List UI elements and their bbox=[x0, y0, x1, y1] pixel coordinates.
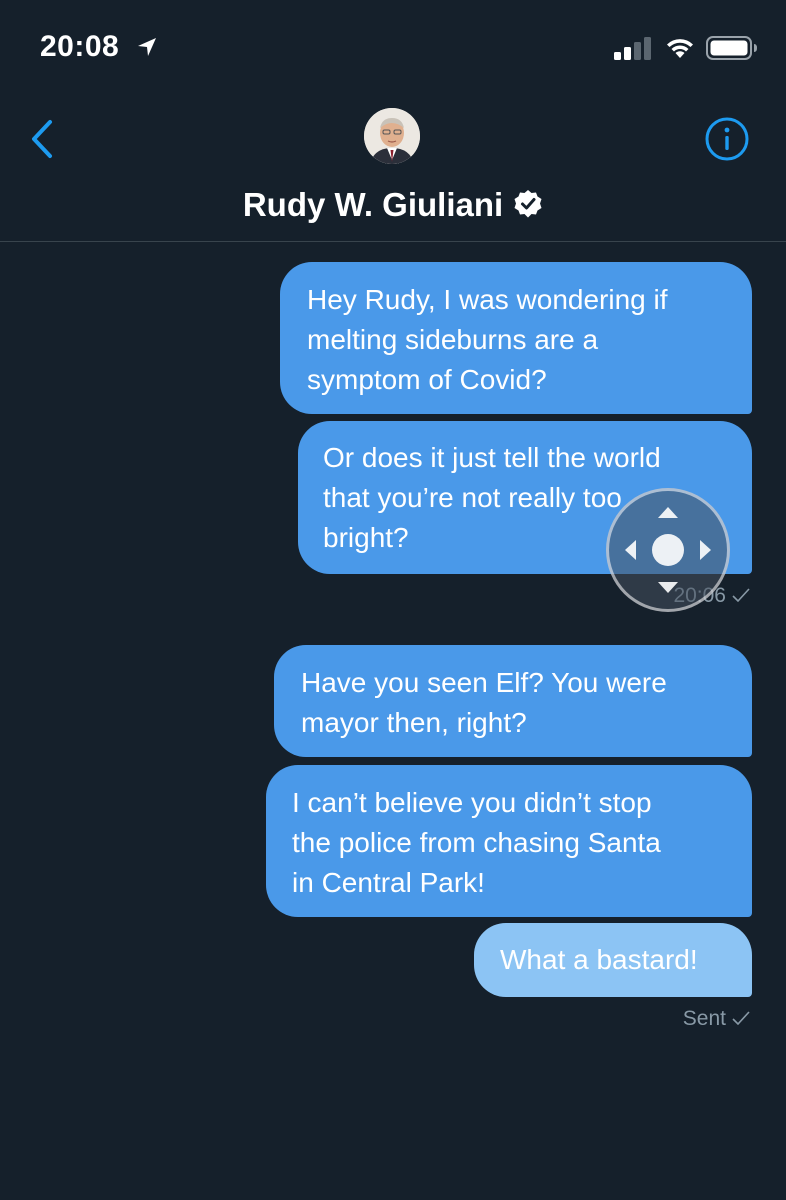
cellular-signal-icon bbox=[614, 37, 651, 60]
message-text: I can’t believe you didn’t stop the poli… bbox=[292, 787, 661, 898]
message-status: Sent bbox=[683, 1007, 750, 1031]
back-chevron-icon[interactable] bbox=[28, 118, 58, 160]
message-bubble[interactable]: Hey Rudy, I was wondering if melting sid… bbox=[280, 262, 752, 414]
contact-title: Rudy W. Giuliani bbox=[0, 186, 786, 224]
location-arrow-icon bbox=[138, 38, 156, 56]
message-bubble[interactable]: What a bastard! bbox=[474, 923, 752, 997]
status-time: 20:08 bbox=[40, 30, 120, 63]
wifi-icon bbox=[667, 39, 693, 58]
message-text: Have you seen Elf? You were mayor then, … bbox=[301, 667, 667, 738]
conversation-header: Rudy W. Giuliani bbox=[0, 96, 786, 242]
info-icon[interactable] bbox=[704, 116, 750, 162]
verified-badge-icon bbox=[514, 190, 542, 218]
status-text: Sent bbox=[682, 1007, 726, 1030]
checkmark-icon bbox=[732, 588, 750, 602]
assistive-dpad-overlay[interactable] bbox=[606, 488, 730, 612]
message-bubble[interactable]: Have you seen Elf? You were mayor then, … bbox=[274, 645, 752, 757]
message-bubble[interactable]: I can’t believe you didn’t stop the poli… bbox=[266, 765, 752, 917]
battery-icon bbox=[706, 36, 757, 60]
checkmark-icon bbox=[732, 1011, 750, 1025]
avatar[interactable] bbox=[364, 108, 420, 164]
dpad-arrows-icon bbox=[625, 507, 711, 593]
message-text: Hey Rudy, I was wondering if melting sid… bbox=[307, 284, 668, 395]
message-text: What a bastard! bbox=[500, 944, 698, 975]
avatar-photo bbox=[364, 108, 420, 164]
status-bar: 20:08 bbox=[0, 0, 786, 96]
contact-name: Rudy W. Giuliani bbox=[242, 186, 504, 223]
